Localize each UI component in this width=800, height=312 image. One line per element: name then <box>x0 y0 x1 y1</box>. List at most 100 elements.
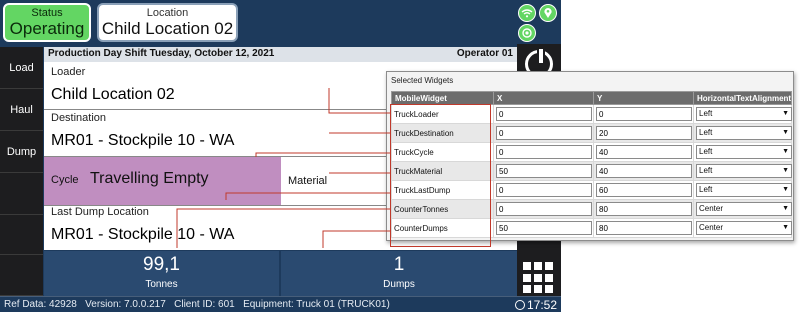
x-input[interactable] <box>496 126 592 140</box>
dumps-value: 1 <box>393 254 405 275</box>
destination-label: Destination <box>51 112 107 124</box>
chevron-down-icon: ▼ <box>782 167 789 174</box>
y-cell <box>593 199 694 219</box>
widget-row[interactable]: CounterTonnes Center ▼ <box>391 199 792 219</box>
alignment-value: Center <box>699 204 724 213</box>
x-cell <box>493 180 594 200</box>
tonnes-value: 99,1 <box>143 254 180 275</box>
dumps-counter: 1 Dumps <box>281 251 517 296</box>
col-header-widget[interactable]: MobileWidget <box>391 91 494 105</box>
widgets-table: MobileWidget X Y HorizontalTextAlignment… <box>391 91 792 238</box>
x-cell <box>493 104 594 124</box>
widget-row[interactable]: TruckMaterial Left ▼ <box>391 161 792 181</box>
align-cell: Center ▼ <box>693 199 792 219</box>
alignment-select[interactable]: Center ▼ <box>696 221 792 235</box>
cycle-box[interactable]: Cycle Travelling Empty <box>44 157 281 205</box>
chevron-down-icon: ▼ <box>782 205 789 212</box>
equipment: Equipment: Truck 01 (TRUCK01) <box>243 299 390 310</box>
col-header-x[interactable]: X <box>493 91 594 105</box>
widget-name-cell: TruckLastDump <box>391 180 494 200</box>
operator-name: Operator 01 <box>456 48 513 59</box>
loader-value[interactable]: Child Location 02 <box>51 86 175 104</box>
widget-name-cell: TruckMaterial <box>391 161 494 181</box>
app-grid-icon[interactable] <box>523 262 555 294</box>
y-cell <box>593 123 694 143</box>
alignment-value: Left <box>699 147 713 156</box>
alignment-value: Left <box>699 109 713 118</box>
x-cell <box>493 123 594 143</box>
x-input[interactable] <box>496 221 592 235</box>
x-input[interactable] <box>496 164 592 178</box>
chevron-down-icon: ▼ <box>782 110 789 117</box>
y-cell <box>593 142 694 162</box>
alignment-select[interactable]: Left ▼ <box>696 107 792 121</box>
nav-empty-1 <box>0 173 43 215</box>
y-input[interactable] <box>596 202 692 216</box>
y-input[interactable] <box>596 164 692 178</box>
x-cell <box>493 161 594 181</box>
alignment-select[interactable]: Left ▼ <box>696 126 792 140</box>
location-pin-icon[interactable] <box>539 4 557 22</box>
status-box[interactable]: Status Operating <box>3 3 91 42</box>
nav-load-button[interactable]: Load <box>0 47 43 89</box>
alignment-value: Left <box>699 166 713 175</box>
material-label[interactable]: Material <box>288 175 327 187</box>
location-box[interactable]: Location Child Location 02 <box>97 3 238 42</box>
y-cell <box>593 161 694 181</box>
x-input[interactable] <box>496 183 592 197</box>
align-cell: Left ▼ <box>693 123 792 143</box>
y-cell <box>593 218 694 238</box>
alignment-value: Left <box>699 185 713 194</box>
widget-row[interactable]: CounterDumps Center ▼ <box>391 218 792 238</box>
last-dump-label: Last Dump Location <box>51 206 149 218</box>
align-cell: Left ▼ <box>693 180 792 200</box>
y-input[interactable] <box>596 145 692 159</box>
loader-label: Loader <box>51 66 86 78</box>
location-value: Child Location 02 <box>101 19 234 38</box>
selected-widgets-panel: Selected Widgets MobileWidget X Y Horizo… <box>386 71 794 241</box>
y-cell <box>593 104 694 124</box>
alignment-value: Center <box>699 223 724 232</box>
x-input[interactable] <box>496 107 592 121</box>
x-input[interactable] <box>496 145 592 159</box>
x-input[interactable] <box>496 202 592 216</box>
version: Version: 7.0.0.217 <box>85 299 166 310</box>
alignment-select[interactable]: Left ▼ <box>696 164 792 178</box>
alignment-select[interactable]: Left ▼ <box>696 145 792 159</box>
alignment-select[interactable]: Center ▼ <box>696 202 792 216</box>
x-cell <box>493 218 594 238</box>
location-label: Location <box>146 7 189 19</box>
col-header-align[interactable]: HorizontalTextAlignment <box>693 91 792 105</box>
nav-haul-button[interactable]: Haul <box>0 89 43 131</box>
destination-value[interactable]: MR01 - Stockpile 10 - WA <box>51 132 234 150</box>
widget-name-cell: CounterTonnes <box>391 199 494 219</box>
gps-icon[interactable] <box>518 24 536 42</box>
last-dump-value[interactable]: MR01 - Stockpile 10 - WA <box>51 226 234 244</box>
widget-row[interactable]: TruckCycle Left ▼ <box>391 142 792 162</box>
widget-name-cell: TruckCycle <box>391 142 494 162</box>
widget-row[interactable]: TruckLoader Left ▼ <box>391 104 792 124</box>
alignment-select[interactable]: Left ▼ <box>696 183 792 197</box>
cycle-label: Cycle <box>51 174 79 186</box>
y-input[interactable] <box>596 183 692 197</box>
clock-icon <box>514 300 525 310</box>
chevron-down-icon: ▼ <box>782 224 789 231</box>
widgets-title: Selected Widgets <box>391 76 454 85</box>
x-cell <box>493 142 594 162</box>
widget-row[interactable]: TruckDestination Left ▼ <box>391 123 792 143</box>
nav-empty-3 <box>0 255 43 296</box>
y-input[interactable] <box>596 126 692 140</box>
wifi-icon[interactable] <box>518 4 536 22</box>
y-input[interactable] <box>596 221 692 235</box>
widget-name-cell: TruckLoader <box>391 104 494 124</box>
status-label: Status <box>31 7 63 19</box>
nav-dump-label: Dump <box>6 145 37 158</box>
alignment-value: Left <box>699 128 713 137</box>
shift-info-bar: Production Day Shift Tuesday, October 12… <box>44 47 517 62</box>
y-input[interactable] <box>596 107 692 121</box>
nav-dump-button[interactable]: Dump <box>0 131 43 173</box>
clock: 17:52 <box>514 298 557 312</box>
widget-row[interactable]: TruckLastDump Left ▼ <box>391 180 792 200</box>
col-header-y[interactable]: Y <box>593 91 694 105</box>
widget-name-cell: TruckDestination <box>391 123 494 143</box>
